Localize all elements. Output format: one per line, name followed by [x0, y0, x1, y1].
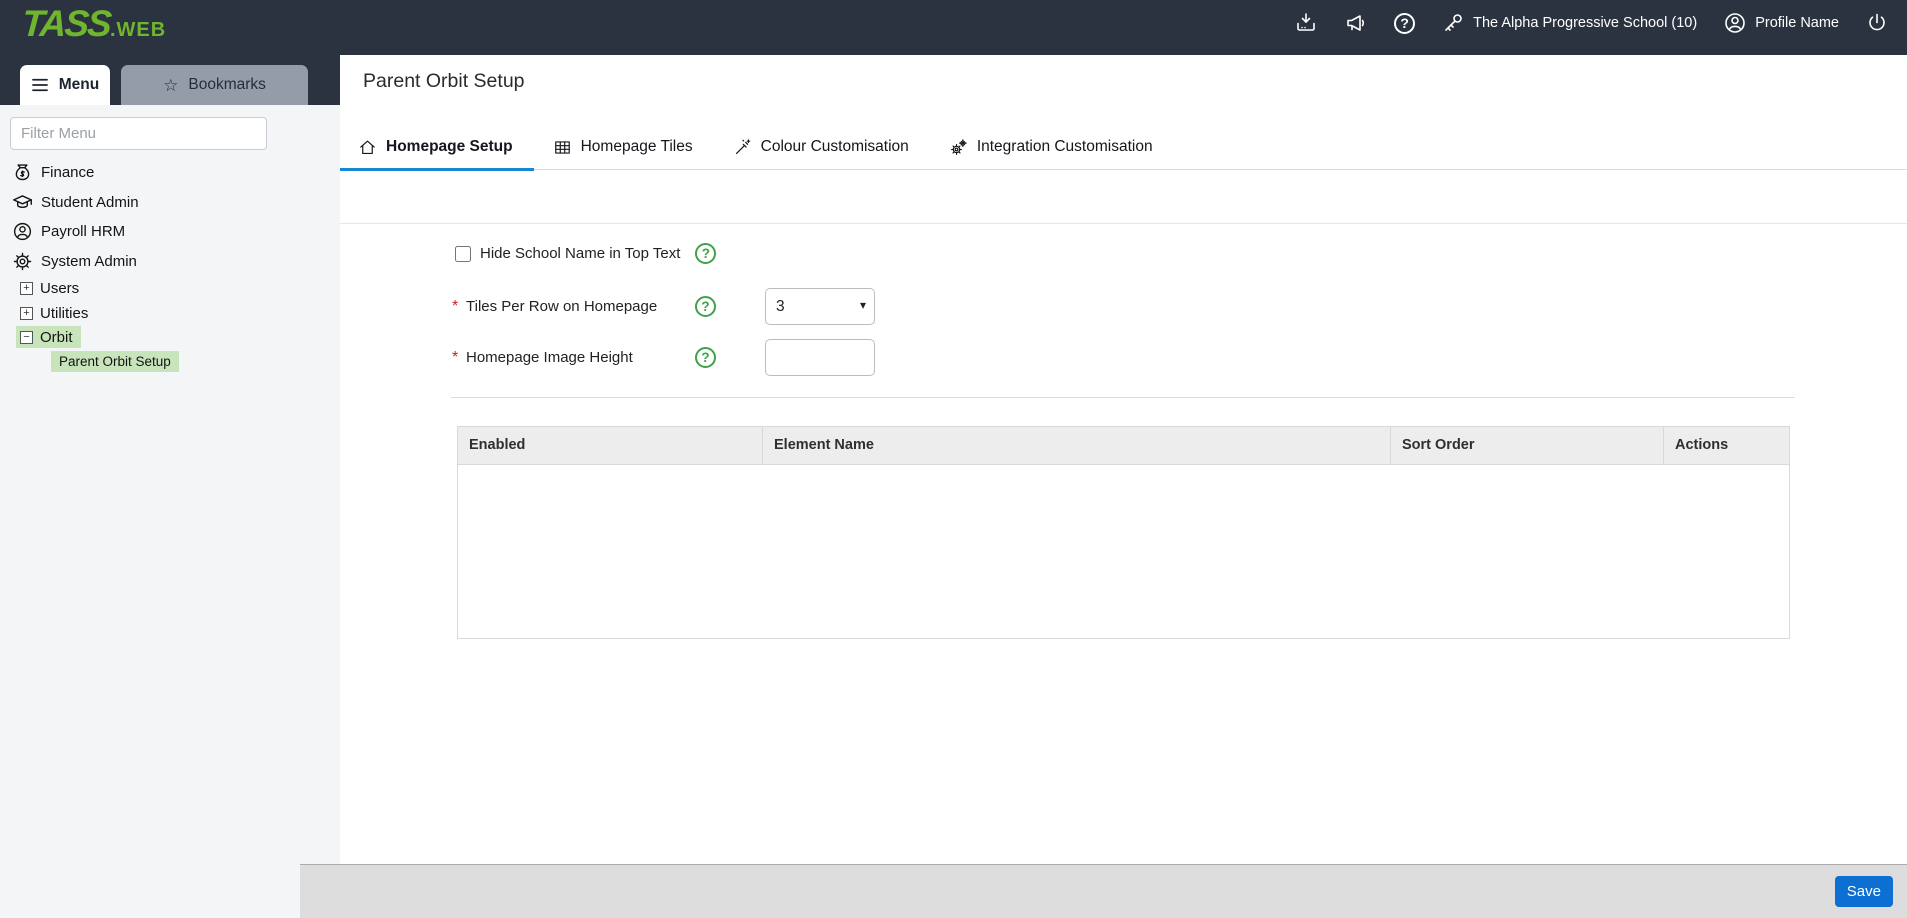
help-icon[interactable]: ? — [695, 243, 716, 264]
logo-text-suffix: .WEB — [110, 19, 166, 42]
plus-box-icon[interactable]: + — [20, 282, 33, 295]
sidebar-item-payroll-hrm[interactable]: Payroll HRM — [0, 219, 125, 243]
main-content: Parent Orbit Setup Homepage Setup Homepa… — [340, 55, 1907, 918]
form-row-hide-school-name: Hide School Name in Top Text ? — [455, 243, 716, 264]
profile-name: Profile Name — [1755, 15, 1839, 31]
hide-school-name-label: Hide School Name in Top Text — [480, 245, 680, 262]
gears-icon — [949, 138, 968, 157]
gear-icon — [12, 251, 33, 272]
sidebar-item-label: Finance — [41, 164, 94, 181]
tree-child-label: Parent Orbit Setup — [59, 354, 171, 369]
plus-box-icon[interactable]: + — [20, 307, 33, 320]
tiles-per-row-select[interactable]: 3 — [765, 288, 875, 325]
grid-icon — [553, 138, 572, 157]
tiles-per-row-label: Tiles Per Row on Homepage — [466, 298, 695, 315]
tab-homepage-tiles[interactable]: Homepage Tiles — [535, 125, 714, 170]
school-name: The Alpha Progressive School (10) — [1473, 15, 1697, 31]
person-circle-icon — [12, 221, 33, 242]
homepage-image-height-input[interactable] — [765, 339, 875, 376]
sidebar-header-band: Menu ☆ Bookmarks — [0, 55, 340, 105]
help-icon[interactable]: ? — [1394, 13, 1415, 34]
sidebar-item-student-admin[interactable]: Student Admin — [0, 190, 139, 214]
download-icon[interactable] — [1294, 11, 1318, 35]
tree-item-label: Orbit — [40, 329, 73, 346]
table-header-row: Enabled Element Name Sort Order Actions — [457, 426, 1790, 465]
top-bar: TASS .WEB ? The Alp — [0, 0, 1907, 55]
tab-label: Homepage Setup — [386, 138, 513, 156]
home-icon — [358, 138, 377, 157]
required-marker: * — [452, 349, 466, 367]
tab-label: Colour Customisation — [761, 138, 909, 156]
key-icon — [1441, 11, 1465, 35]
help-icon[interactable]: ? — [695, 296, 716, 317]
tab-integration-customisation[interactable]: Integration Customisation — [931, 125, 1174, 170]
tab-label: Integration Customisation — [977, 138, 1153, 156]
star-icon: ☆ — [163, 77, 178, 94]
sidebar-item-finance[interactable]: Finance — [0, 160, 94, 184]
profile-icon — [1723, 11, 1747, 35]
homepage-image-height-label: Homepage Image Height — [466, 349, 695, 366]
minus-box-icon[interactable]: − — [20, 331, 33, 344]
sidebar-tree-utilities[interactable]: + Utilities — [0, 302, 88, 324]
tab-colour-customisation[interactable]: Colour Customisation — [715, 125, 930, 170]
save-button[interactable]: Save — [1835, 876, 1893, 907]
sidebar-item-label: Student Admin — [41, 194, 139, 211]
form-row-tiles-per-row: * Tiles Per Row on Homepage ? 3 ▾ — [452, 288, 875, 325]
column-header-enabled: Enabled — [458, 427, 763, 464]
tree-item-label: Users — [40, 280, 79, 297]
sidebar: Menu ☆ Bookmarks Finance Student Admin — [0, 55, 340, 918]
footer-bar: Save — [300, 864, 1907, 918]
power-icon[interactable] — [1865, 11, 1889, 35]
form-row-homepage-image-height: * Homepage Image Height ? — [452, 339, 875, 376]
sidebar-item-label: System Admin — [41, 253, 137, 270]
tass-web-logo[interactable]: TASS .WEB — [22, 3, 166, 45]
help-icon[interactable]: ? — [695, 347, 716, 368]
column-header-sort-order: Sort Order — [1391, 427, 1664, 464]
wand-icon — [733, 138, 752, 157]
sidebar-item-system-admin[interactable]: System Admin — [0, 249, 137, 273]
tree-item-label: Utilities — [40, 305, 88, 322]
page-title: Parent Orbit Setup — [363, 70, 525, 93]
column-header-element-name: Element Name — [763, 427, 1391, 464]
school-selector[interactable]: The Alpha Progressive School (10) — [1441, 11, 1697, 35]
hamburger-icon — [31, 78, 49, 92]
logo-text-main: TASS — [21, 3, 112, 45]
section-divider — [451, 397, 1795, 398]
topbar-actions: ? The Alpha Progressive School (10) Prof… — [1294, 0, 1889, 46]
menu-tab[interactable]: Menu — [20, 65, 110, 105]
menu-tab-label: Menu — [59, 76, 99, 94]
money-bag-icon — [12, 162, 33, 183]
profile-menu[interactable]: Profile Name — [1723, 11, 1839, 35]
tab-bar: Homepage Setup Homepage Tiles Colour Cus… — [340, 125, 1907, 170]
tab-homepage-setup[interactable]: Homepage Setup — [340, 125, 534, 170]
sidebar-item-parent-orbit-setup[interactable]: Parent Orbit Setup — [51, 351, 179, 372]
required-marker: * — [452, 298, 466, 316]
sidebar-tree-users[interactable]: + Users — [0, 277, 79, 299]
tab-label: Homepage Tiles — [581, 138, 693, 156]
megaphone-icon[interactable] — [1344, 11, 1368, 35]
section-divider-top — [340, 223, 1907, 224]
filter-menu-input[interactable] — [10, 117, 267, 150]
graduation-cap-icon — [12, 192, 33, 213]
bookmarks-tab-label: Bookmarks — [188, 76, 266, 94]
table-body-empty — [457, 465, 1790, 639]
elements-table: Enabled Element Name Sort Order Actions — [457, 426, 1790, 639]
column-header-actions: Actions — [1664, 427, 1791, 464]
bookmarks-tab[interactable]: ☆ Bookmarks — [121, 65, 308, 105]
hide-school-name-checkbox[interactable] — [455, 246, 471, 262]
sidebar-item-label: Payroll HRM — [41, 223, 125, 240]
sidebar-tree-orbit[interactable]: − Orbit — [16, 326, 81, 348]
